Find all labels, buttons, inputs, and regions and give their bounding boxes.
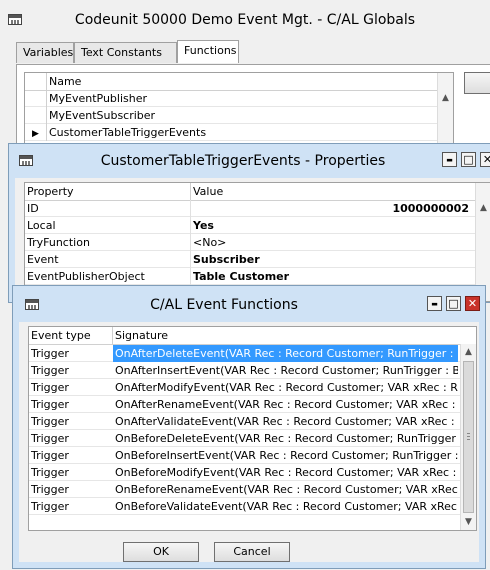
- property-row[interactable]: ID 1000000002: [25, 200, 490, 217]
- event-signature: OnAfterValidateEvent(VAR Rec : Record Cu…: [115, 415, 458, 428]
- scrollbar-thumb[interactable]: [463, 361, 474, 513]
- tab-text-constants[interactable]: Text Constants: [74, 42, 177, 63]
- functions-header: Name: [25, 73, 453, 91]
- column-header-property[interactable]: Property: [25, 183, 191, 200]
- event-type: Trigger: [31, 483, 69, 496]
- property-row[interactable]: Event Subscriber: [25, 251, 490, 268]
- event-signature: OnBeforeInsertEvent(VAR Rec : Record Cus…: [115, 449, 458, 462]
- event-row[interactable]: Trigger OnBeforeModifyEvent(VAR Rec : Re…: [29, 464, 476, 481]
- function-name[interactable]: MyEventSubscriber: [47, 107, 427, 124]
- property-row[interactable]: EventPublisherObject Table Customer: [25, 268, 490, 285]
- event-signature: OnAfterRenameEvent(VAR Rec : Record Cust…: [115, 398, 458, 411]
- event-signature: OnBeforeDeleteEvent(VAR Rec : Record Cus…: [115, 432, 458, 445]
- scroll-up-icon[interactable]: ▲: [461, 344, 476, 360]
- grip-icon: [467, 433, 470, 440]
- event-functions-window: C/AL Event Functions ▬ □ ✕ Event type Si…: [12, 285, 486, 569]
- column-header-name[interactable]: Name: [47, 73, 427, 90]
- ok-button[interactable]: OK: [123, 542, 199, 562]
- properties-grid: Property Value ID 1000000002 Local Yes T…: [24, 182, 490, 302]
- function-row[interactable]: MyEventPublisher: [25, 90, 453, 107]
- minimize-icon[interactable]: ▬: [427, 296, 442, 311]
- row-selector[interactable]: [25, 90, 47, 107]
- globals-titlebar[interactable]: Codeunit 50000 Demo Event Mgt. - C/AL Gl…: [0, 0, 490, 40]
- globals-window: Codeunit 50000 Demo Event Mgt. - C/AL Gl…: [0, 0, 490, 160]
- function-name[interactable]: CustomerTableTriggerEvents: [47, 124, 427, 141]
- close-icon[interactable]: ✕: [465, 296, 480, 311]
- scroll-up-icon[interactable]: ▲: [438, 90, 453, 106]
- event-row[interactable]: Trigger OnAfterInsertEvent(VAR Rec : Rec…: [29, 362, 476, 379]
- event-row[interactable]: Trigger OnBeforeInsertEvent(VAR Rec : Re…: [29, 447, 476, 464]
- globals-side-button[interactable]: [464, 72, 490, 94]
- event-signature: OnBeforeRenameEvent(VAR Rec : Record Cus…: [115, 483, 458, 496]
- column-header-event-type[interactable]: Event type: [29, 327, 113, 344]
- event-type: Trigger: [31, 500, 69, 513]
- property-name: Event: [25, 251, 191, 268]
- property-name: Local: [25, 217, 191, 234]
- property-value[interactable]: Yes: [191, 217, 471, 234]
- minimize-icon[interactable]: ▬: [442, 152, 457, 167]
- event-type: Trigger: [31, 466, 69, 479]
- event-signature: OnAfterInsertEvent(VAR Rec : Record Cust…: [115, 364, 458, 377]
- column-header-signature[interactable]: Signature: [113, 327, 458, 344]
- event-type: Trigger: [31, 364, 69, 377]
- properties-scrollbar[interactable]: ▲: [475, 183, 490, 301]
- property-value[interactable]: 1000000002: [191, 200, 471, 217]
- row-selector-header: [25, 73, 47, 90]
- event-functions-title: C/AL Event Functions: [150, 297, 298, 313]
- event-functions-header: Event type Signature: [29, 327, 476, 345]
- property-name: EventPublisherObject: [25, 268, 191, 285]
- property-row[interactable]: Local Yes: [25, 217, 490, 234]
- function-row[interactable]: MyEventSubscriber: [25, 107, 453, 124]
- property-row[interactable]: TryFunction <No>: [25, 234, 490, 251]
- property-value[interactable]: Subscriber: [191, 251, 471, 268]
- row-selector[interactable]: [25, 107, 47, 124]
- property-name: ID: [25, 200, 191, 217]
- function-row[interactable]: ▶ CustomerTableTriggerEvents: [25, 124, 453, 141]
- globals-tabstrip: Variables Text Constants Functions: [16, 40, 476, 64]
- property-value[interactable]: Table Customer: [191, 268, 471, 285]
- close-icon[interactable]: ✕: [480, 152, 490, 167]
- event-type: Trigger: [31, 432, 69, 445]
- event-row[interactable]: Trigger OnBeforeRenameEvent(VAR Rec : Re…: [29, 481, 476, 498]
- properties-titlebar[interactable]: CustomerTableTriggerEvents - Properties …: [9, 144, 490, 178]
- tab-functions[interactable]: Functions: [177, 40, 239, 63]
- event-functions-titlebar[interactable]: C/AL Event Functions ▬ □ ✕: [13, 286, 485, 322]
- cancel-button[interactable]: Cancel: [214, 542, 290, 562]
- event-row[interactable]: Trigger OnBeforeDeleteEvent(VAR Rec : Re…: [29, 430, 476, 447]
- scroll-up-icon[interactable]: ▲: [476, 200, 490, 216]
- event-row[interactable]: Trigger OnAfterRenameEvent(VAR Rec : Rec…: [29, 396, 476, 413]
- properties-window: CustomerTableTriggerEvents - Properties …: [8, 143, 490, 303]
- event-functions-scrollbar[interactable]: ▲ ▼: [460, 344, 476, 530]
- maximize-icon[interactable]: □: [461, 152, 476, 167]
- function-name[interactable]: MyEventPublisher: [47, 90, 427, 107]
- globals-title: Codeunit 50000 Demo Event Mgt. - C/AL Gl…: [74, 12, 416, 28]
- event-type: Trigger: [31, 398, 69, 411]
- event-signature: OnBeforeModifyEvent(VAR Rec : Record Cus…: [115, 466, 458, 479]
- event-signature: OnAfterDeleteEvent(VAR Rec : Record Cust…: [113, 345, 458, 362]
- event-row[interactable]: Trigger OnBeforeValidateEvent(VAR Rec : …: [29, 498, 476, 515]
- event-signature: OnBeforeValidateEvent(VAR Rec : Record C…: [115, 500, 458, 513]
- event-type: Trigger: [31, 415, 69, 428]
- event-type: Trigger: [31, 381, 69, 394]
- current-row-indicator-icon: ▶: [32, 129, 39, 139]
- event-signature: OnAfterModifyEvent(VAR Rec : Record Cust…: [115, 381, 458, 394]
- properties-header: Property Value: [25, 183, 490, 201]
- property-value[interactable]: <No>: [191, 234, 471, 251]
- column-header-value[interactable]: Value: [191, 183, 473, 200]
- row-selector[interactable]: ▶: [25, 124, 47, 141]
- event-row[interactable]: Trigger OnAfterModifyEvent(VAR Rec : Rec…: [29, 379, 476, 396]
- event-type: Trigger: [31, 347, 69, 360]
- event-functions-grid: Event type Signature Trigger OnAfterDele…: [28, 326, 477, 531]
- event-type: Trigger: [31, 449, 69, 462]
- properties-title: CustomerTableTriggerEvents - Properties: [100, 153, 386, 169]
- maximize-icon[interactable]: □: [446, 296, 461, 311]
- scroll-down-icon[interactable]: ▼: [461, 514, 476, 530]
- property-name: TryFunction: [25, 234, 191, 251]
- tab-variables[interactable]: Variables: [16, 42, 74, 63]
- event-row[interactable]: Trigger OnAfterDeleteEvent(VAR Rec : Rec…: [29, 345, 476, 362]
- event-row[interactable]: Trigger OnAfterValidateEvent(VAR Rec : R…: [29, 413, 476, 430]
